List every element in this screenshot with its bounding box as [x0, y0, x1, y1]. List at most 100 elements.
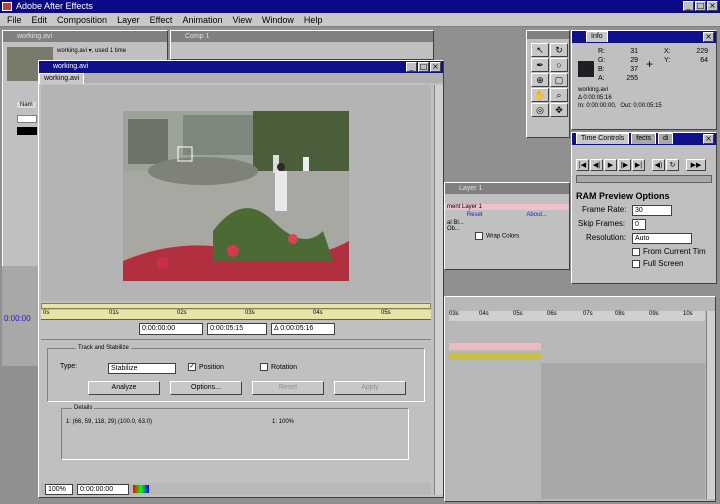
- timeline-scrollbar[interactable]: [706, 311, 715, 499]
- play-icon[interactable]: ▶: [604, 159, 617, 171]
- loop-icon[interactable]: ↻: [666, 159, 679, 171]
- orbit-tool-icon[interactable]: ✥: [550, 103, 568, 117]
- type-select[interactable]: Stabilize: [108, 363, 176, 374]
- layer-bar-pink[interactable]: [449, 343, 541, 350]
- reset-button[interactable]: Reset: [252, 381, 324, 395]
- work-area-bar[interactable]: [41, 303, 431, 309]
- apply-button[interactable]: Apply: [334, 381, 406, 395]
- camera-tool-icon[interactable]: ◎: [531, 103, 549, 117]
- zoom-select[interactable]: 100%: [45, 483, 73, 495]
- audio-icon[interactable]: ◀): [652, 159, 665, 171]
- tools-palette: ↖ ↻ ✒ ○ ⊕ ▢ ✋ ⌕ ◎ ✥: [526, 30, 570, 138]
- position-checkbox[interactable]: ✓ Position: [188, 363, 224, 371]
- ruler-tick: 05s: [381, 310, 391, 316]
- color-swatch-icon[interactable]: [133, 485, 149, 493]
- time-controls-titlebar: Time Controls fects di ×: [572, 133, 716, 145]
- tracker-panel: Track and Stabilize Type: Stabilize ✓ Pos…: [41, 339, 431, 475]
- video-frame: [123, 111, 349, 281]
- analyze-button[interactable]: Analyze: [88, 381, 160, 395]
- project-item[interactable]: [17, 127, 37, 135]
- options-button[interactable]: Options...: [170, 381, 242, 395]
- minimize-button[interactable]: _: [683, 1, 694, 11]
- ram-preview-icon[interactable]: ▶▶: [686, 159, 706, 171]
- first-frame-icon[interactable]: |◀: [576, 159, 589, 171]
- info-titlebar: Info ×: [572, 31, 716, 43]
- project-item[interactable]: [17, 115, 37, 123]
- app-icon: [2, 2, 12, 11]
- last-frame-icon[interactable]: ▶|: [632, 159, 645, 171]
- tab-time-controls[interactable]: Time Controls: [576, 133, 630, 144]
- ram-preview-title: RAM Preview Options: [576, 191, 670, 201]
- tab-footage[interactable]: working.avi: [39, 73, 85, 84]
- resolution-select[interactable]: Auto: [632, 233, 692, 244]
- comp-window: Comp 1: [170, 30, 434, 60]
- app-title: Adobe After Effects: [16, 1, 93, 11]
- effect-layer-label: ment Layer 1: [445, 204, 569, 210]
- menu-help[interactable]: Help: [299, 13, 328, 26]
- wrap-colors-checkbox[interactable]: Wrap Colors: [445, 232, 569, 240]
- menu-window[interactable]: Window: [257, 13, 299, 26]
- time-controls-row: 0:00:00:00 0:00:05:15 Δ 0:00:05:16: [139, 323, 379, 335]
- ruler-tick: 04s: [313, 310, 323, 316]
- tab-effects[interactable]: fects: [631, 133, 657, 144]
- mask-tool-icon[interactable]: ▢: [550, 73, 568, 87]
- current-time-field[interactable]: 0:00:00:00: [139, 323, 203, 335]
- footage-viewer: [41, 85, 431, 301]
- menu-layer[interactable]: Layer: [112, 13, 145, 26]
- playback-buttons: |◀ ◀| ▶ |▶ ▶| ◀) ↻ ▶▶: [576, 159, 706, 171]
- menu-file[interactable]: File: [2, 13, 27, 26]
- effect-about-link[interactable]: About...: [526, 212, 547, 218]
- rotation-checkbox[interactable]: Rotation: [260, 363, 297, 371]
- menu-animation[interactable]: Animation: [177, 13, 227, 26]
- tracker-group-label: Track and Stabilize: [76, 345, 131, 351]
- pan-behind-icon[interactable]: ⊕: [531, 73, 549, 87]
- footage-scrollbar[interactable]: [434, 85, 443, 495]
- info-close-button[interactable]: ×: [703, 32, 714, 42]
- from-current-checkbox[interactable]: From Current Tim: [632, 247, 706, 256]
- zoom-tool-icon[interactable]: ⌕: [550, 88, 568, 102]
- menu-edit[interactable]: Edit: [27, 13, 53, 26]
- skip-frames-label: Skip Frames:: [578, 219, 626, 228]
- hand-tool-icon[interactable]: ✋: [531, 88, 549, 102]
- ellipse-tool-icon[interactable]: ○: [550, 58, 568, 72]
- footage-window: working.avi _ □ × working.avi 0s 01s 02s…: [38, 60, 444, 498]
- project-titlebar: working.avi: [3, 31, 167, 42]
- ruler-tick: 02s: [177, 310, 187, 316]
- info-delta: Δ 0:00:05:16: [578, 95, 612, 101]
- jog-slider[interactable]: [576, 175, 712, 183]
- rotate-tool-icon[interactable]: ↻: [550, 43, 568, 57]
- close-button[interactable]: ×: [707, 1, 718, 11]
- footage-close-button[interactable]: ×: [430, 62, 441, 72]
- footage-maximize-button[interactable]: □: [418, 62, 429, 72]
- maximize-button[interactable]: □: [695, 1, 706, 11]
- next-frame-icon[interactable]: |▶: [618, 159, 631, 171]
- tab-audio[interactable]: di: [658, 133, 674, 144]
- timeline-tick: 07s: [583, 311, 593, 317]
- prev-frame-icon[interactable]: ◀|: [590, 159, 603, 171]
- timeline-ruler: 03s 04s 05s 06s 07s 08s 09s 10s: [449, 311, 705, 321]
- pen-tool-icon[interactable]: ✒: [531, 58, 549, 72]
- selection-tool-icon[interactable]: ↖: [531, 43, 549, 57]
- effect-reset-link[interactable]: Reset: [467, 212, 483, 218]
- menu-effect[interactable]: Effect: [145, 13, 178, 26]
- tab-info[interactable]: Info: [586, 31, 608, 42]
- timeline-tick: 04s: [479, 311, 489, 317]
- project-info: working.avi ▾, used 1 time: [57, 48, 127, 54]
- timeline-tick: 03s: [449, 311, 459, 317]
- skip-frames-input[interactable]: 0: [632, 219, 646, 230]
- crosshair-icon: +: [646, 57, 654, 71]
- check-icon: ✓: [188, 363, 196, 371]
- time-controls-close-button[interactable]: ×: [703, 134, 714, 144]
- menu-composition[interactable]: Composition: [52, 13, 112, 26]
- footage-minimize-button[interactable]: _: [406, 62, 417, 72]
- project-col-name[interactable]: Nam: [17, 102, 36, 108]
- frame-rate-label: Frame Rate:: [582, 205, 627, 214]
- menu-view[interactable]: View: [227, 13, 256, 26]
- out-time-field[interactable]: 0:00:05:15: [207, 323, 267, 335]
- type-label: Type:: [60, 363, 78, 370]
- bottom-time[interactable]: 0:00:00:00: [77, 483, 129, 495]
- layer-bar-olive[interactable]: [449, 353, 541, 360]
- full-screen-checkbox[interactable]: Full Screen: [632, 259, 683, 268]
- frame-rate-select[interactable]: 30: [632, 205, 672, 216]
- footage-titlebar: working.avi _ □ ×: [39, 61, 443, 73]
